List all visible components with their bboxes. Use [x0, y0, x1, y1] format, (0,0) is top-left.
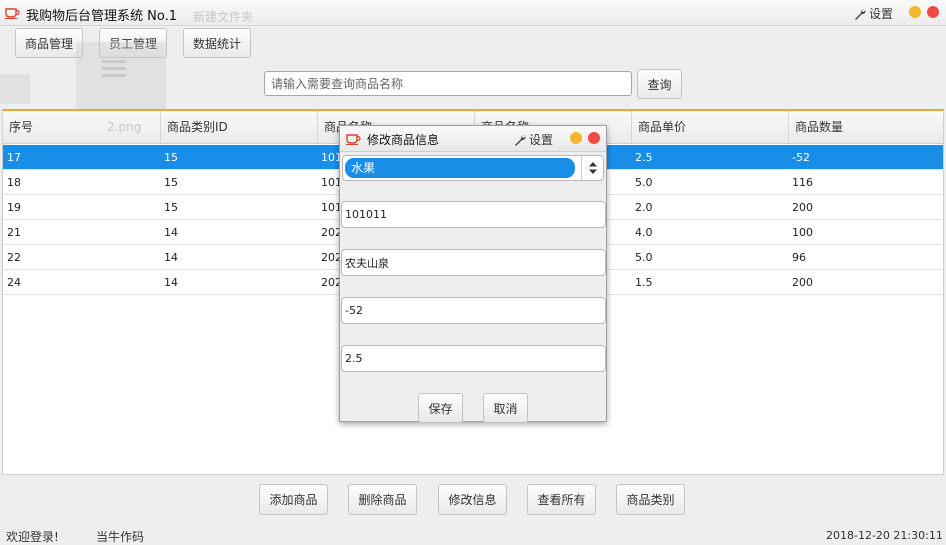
updown-arrow-icon[interactable] — [581, 156, 603, 180]
dialog-title: 修改商品信息 — [367, 133, 440, 147]
coffee-cup-icon — [5, 8, 20, 19]
ghost-icon — [0, 74, 30, 104]
table-cell-cat: 14 — [164, 251, 178, 264]
table-cell-qty: 200 — [792, 276, 813, 289]
ghost-folder-label: 新建文件夹 — [193, 10, 254, 24]
table-cell-price: 5.0 — [635, 176, 653, 189]
settings-label: 设置 — [869, 7, 894, 21]
add-product-button[interactable]: 添加商品 — [259, 484, 328, 515]
app-title: 我购物后台管理系统 No.1 — [26, 9, 177, 24]
wrench-icon — [855, 8, 866, 20]
category-selected-value: 水果 — [345, 158, 575, 178]
category-select[interactable]: 水果 — [342, 155, 604, 181]
view-all-button[interactable]: 查看所有 — [527, 484, 596, 515]
product-management-button[interactable]: 商品管理 — [15, 28, 83, 58]
product-name-field[interactable] — [341, 249, 606, 276]
minimize-button[interactable] — [909, 6, 921, 18]
table-cell-cat: 15 — [164, 176, 178, 189]
table-cell-qty: -52 — [792, 151, 810, 164]
table-cell-price: 1.5 — [635, 276, 653, 289]
dialog-settings-button[interactable]: 设置 — [514, 131, 553, 148]
dialog-titlebar: 修改商品信息 设置 — [340, 126, 606, 152]
column-header-category-id[interactable]: 商品类别ID — [160, 111, 317, 144]
column-header-quantity[interactable]: 商品数量 — [788, 111, 943, 144]
product-category-button[interactable]: 商品类别 — [616, 484, 685, 515]
ghost-file-label: 2.png — [107, 120, 142, 134]
table-cell-id: 19 — [7, 201, 21, 214]
table-cell-cat: 14 — [164, 276, 178, 289]
table-cell-price: 5.0 — [635, 251, 653, 264]
wrench-icon — [515, 134, 526, 146]
welcome-status: 欢迎登录! — [6, 530, 59, 544]
author-label: 当牛作码 — [96, 530, 145, 544]
table-cell-cat: 15 — [164, 201, 178, 214]
save-button[interactable]: 保存 — [418, 393, 463, 423]
table-cell-qty: 100 — [792, 226, 813, 239]
window-titlebar: 我购物后台管理系统 No.1 新建文件夹 设置 — [0, 0, 946, 26]
search-button[interactable]: 查询 — [637, 69, 682, 99]
table-cell-id: 22 — [7, 251, 21, 264]
table-cell-qty: 116 — [792, 176, 813, 189]
table-cell-price: 4.0 — [635, 226, 653, 239]
column-header-price[interactable]: 商品单价 — [631, 111, 788, 144]
edit-product-dialog: 修改商品信息 设置 水果 保存 取消 — [339, 125, 607, 423]
dialog-settings-label: 设置 — [529, 133, 554, 147]
dialog-close-button[interactable] — [588, 132, 600, 144]
table-cell-qty: 200 — [792, 201, 813, 214]
table-cell-price: 2.0 — [635, 201, 653, 214]
product-price-field[interactable] — [341, 345, 606, 372]
coffee-cup-icon — [346, 134, 361, 145]
product-quantity-field[interactable] — [341, 297, 606, 324]
table-cell-id: 17 — [7, 151, 21, 164]
close-button[interactable] — [927, 6, 939, 18]
edit-info-button[interactable]: 修改信息 — [438, 484, 507, 515]
table-cell-price: 2.5 — [635, 151, 653, 164]
table-cell-id: 18 — [7, 176, 21, 189]
table-cell-id: 24 — [7, 276, 21, 289]
table-cell-id: 21 — [7, 226, 21, 239]
table-cell-cat: 14 — [164, 226, 178, 239]
cancel-button[interactable]: 取消 — [483, 393, 528, 423]
delete-product-button[interactable]: 删除商品 — [348, 484, 417, 515]
dialog-minimize-button[interactable] — [570, 132, 582, 144]
table-cell-cat: 15 — [164, 151, 178, 164]
ghost-file-icon — [76, 42, 166, 112]
search-input[interactable] — [264, 71, 632, 96]
table-cell-qty: 96 — [792, 251, 806, 264]
product-code-field[interactable] — [341, 201, 606, 228]
datetime-label: 2018-12-20 21:30:11 — [826, 529, 943, 542]
data-statistics-button[interactable]: 数据统计 — [183, 28, 251, 58]
settings-button[interactable]: 设置 — [854, 5, 893, 22]
